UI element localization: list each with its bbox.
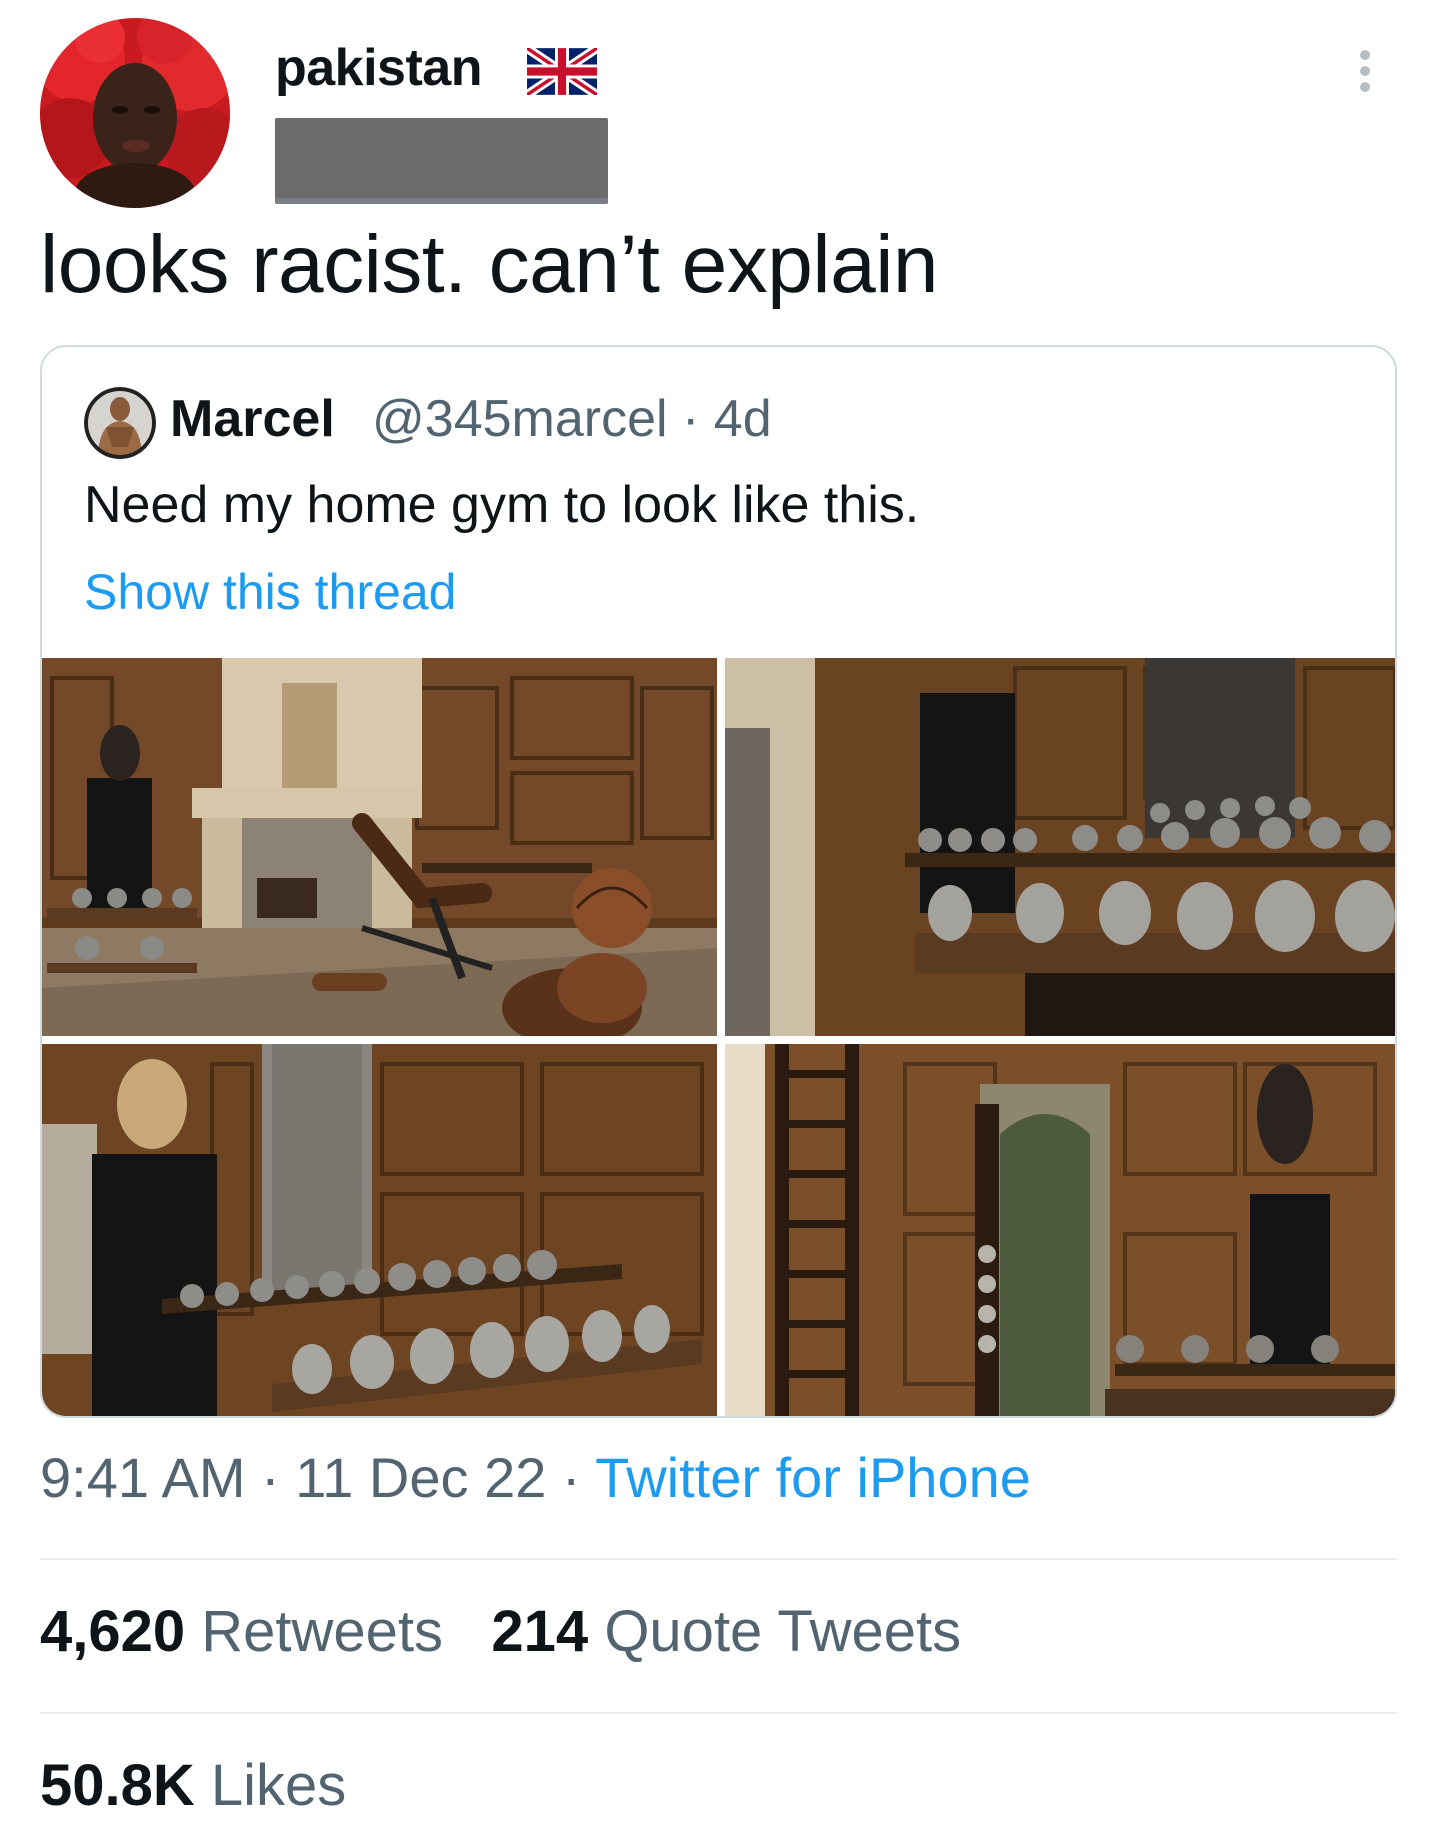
quoted-tweet[interactable]: Marcel @345marcel · 4d Need my home gym …	[40, 345, 1397, 1418]
divider	[40, 1558, 1397, 1560]
more-options-icon[interactable]	[1355, 50, 1375, 98]
redacted-handle-box	[275, 118, 608, 204]
quote-tweets-label: Quote Tweets	[604, 1599, 962, 1664]
likes-label: Likes	[210, 1753, 347, 1818]
meta-separator: ·	[546, 1446, 596, 1509]
gym-photo-3[interactable]	[42, 1044, 717, 1416]
tweet-metadata: 9:41 AM · 11 Dec 22 · Twitter for iPhone	[40, 1445, 1031, 1510]
tweet-text: looks racist. can’t explain	[40, 219, 939, 310]
quoted-tweet-text: Need my home gym to look like this.	[84, 476, 920, 534]
uk-flag-icon	[524, 44, 600, 99]
tweet-date: 11 Dec 22	[295, 1446, 547, 1509]
gym-photo-4[interactable]	[725, 1044, 1395, 1416]
profile-avatar[interactable]	[40, 18, 230, 208]
media-grid	[42, 658, 1395, 1416]
quote-tweets-stat[interactable]: 214 Quote Tweets	[491, 1599, 961, 1664]
likes-count: 50.8K	[40, 1753, 195, 1818]
retweets-stat[interactable]: 4,620 Retweets	[40, 1599, 443, 1664]
quote-tweets-count: 214	[491, 1599, 589, 1664]
divider	[40, 1712, 1397, 1714]
tweet-source-link[interactable]: Twitter for iPhone	[595, 1446, 1031, 1509]
quoted-author-avatar[interactable]	[84, 387, 156, 459]
meta-separator: ·	[245, 1446, 296, 1509]
show-thread-link[interactable]: Show this thread	[84, 563, 456, 621]
retweets-count: 4,620	[40, 1599, 186, 1664]
likes-stat[interactable]: 50.8K Likes	[40, 1752, 346, 1819]
engagement-stats: 4,620 Retweets 214 Quote Tweets	[40, 1598, 961, 1665]
gym-photo-1[interactable]	[42, 658, 717, 1036]
author-display-name[interactable]: pakistan	[275, 38, 482, 98]
retweets-label: Retweets	[201, 1599, 444, 1664]
gym-photo-2[interactable]	[725, 658, 1395, 1036]
quoted-author-name[interactable]: Marcel	[170, 389, 335, 449]
quoted-author-handle-time[interactable]: @345marcel · 4d	[372, 389, 772, 449]
tweet-time: 9:41 AM	[40, 1446, 246, 1509]
